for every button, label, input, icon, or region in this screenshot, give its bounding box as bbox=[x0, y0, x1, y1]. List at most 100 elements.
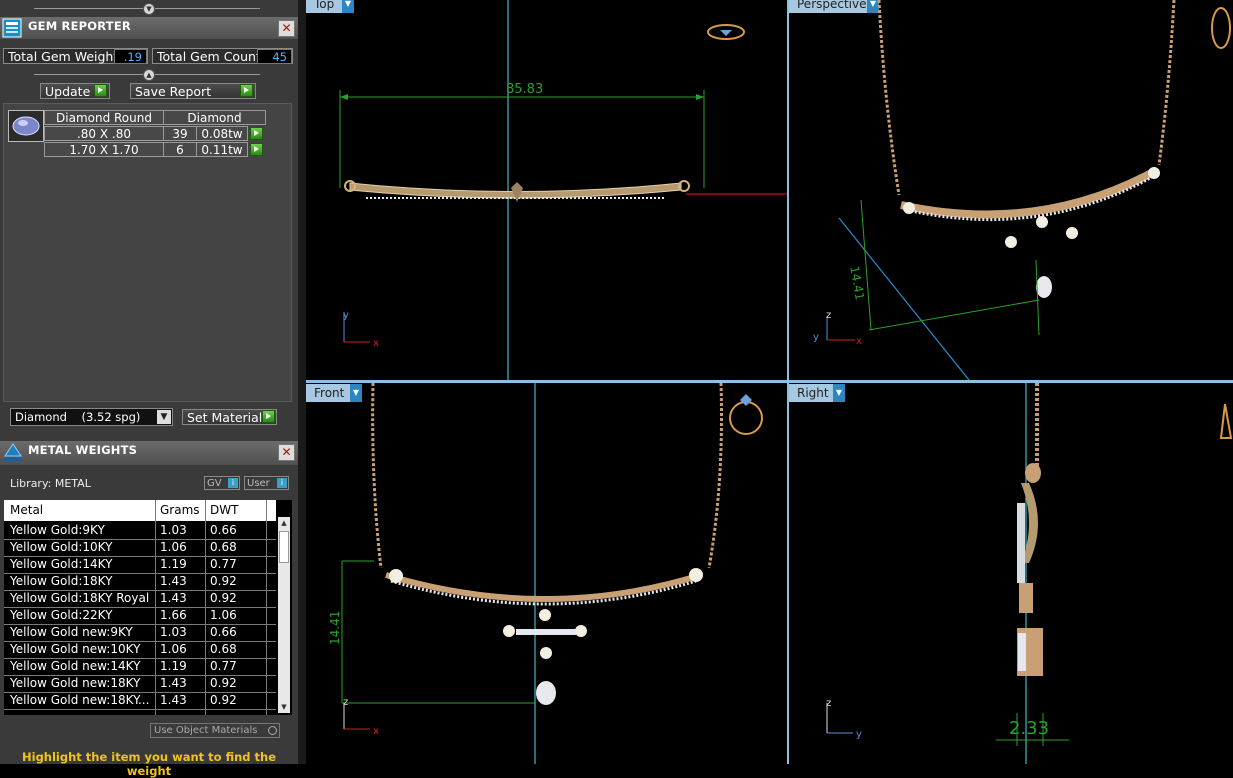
use-object-materials-label: Use Object Materials bbox=[154, 725, 258, 736]
metal-dwt: 0.77 bbox=[210, 557, 237, 571]
gem-shape-header: Diamond Round bbox=[44, 110, 164, 125]
chevron-down-icon[interactable]: ▼ bbox=[157, 410, 171, 424]
top-view-scene: y x bbox=[339, 0, 787, 380]
viewport-front[interactable]: Front ▼ z x 14.41 bbox=[306, 383, 787, 764]
table-row[interactable]: Yellow Gold:10KY 1.06 0.68 bbox=[4, 539, 276, 557]
metal-name: Yellow Gold:10KY bbox=[10, 540, 113, 554]
update-label: Update bbox=[45, 84, 91, 99]
total-gem-weight-value: .19 bbox=[114, 49, 147, 64]
metal-grams: 1.43 bbox=[160, 676, 187, 690]
metal-dwt: 0.77 bbox=[210, 659, 237, 673]
metal-weights-table: Metal Grams DWT Yellow Gold:9KY 1.03 0.66 Y… bbox=[4, 500, 292, 715]
expand-grip-icon[interactable]: ▲ bbox=[143, 69, 155, 81]
scrollbar[interactable]: ▲ ▼ bbox=[278, 517, 290, 713]
table-row[interactable]: Yellow Gold:9KY 1.03 0.66 bbox=[4, 522, 276, 540]
gem-size[interactable]: .80 X .80 bbox=[44, 126, 164, 141]
gem-reporter-titlebar: GEM REPORTER ✕ bbox=[0, 17, 298, 39]
metal-name: Yellow Gold new:18KY... bbox=[10, 693, 150, 707]
gv-toggle[interactable]: GV i bbox=[204, 476, 240, 490]
svg-text:z: z bbox=[343, 697, 348, 708]
info-icon: i bbox=[228, 478, 238, 488]
column-divider bbox=[205, 500, 206, 715]
front-view-scene: z x bbox=[341, 383, 763, 764]
total-gem-count-value: 45 bbox=[257, 49, 292, 64]
scroll-down-icon[interactable]: ▼ bbox=[278, 701, 290, 713]
dimension-label: 14.41 bbox=[328, 610, 342, 645]
diamond-round-icon[interactable] bbox=[8, 110, 44, 142]
table-row[interactable]: Yellow Gold new:18KY... 1.43 0.92 bbox=[4, 692, 276, 710]
svg-text:x: x bbox=[373, 726, 379, 737]
svg-text:y: y bbox=[856, 729, 862, 740]
metal-name: Yellow Gold:18KY Royal bbox=[10, 591, 150, 605]
info-icon: i bbox=[277, 478, 287, 488]
table-row[interactable]: Yellow Gold new:14KY 1.19 0.77 bbox=[4, 658, 276, 676]
right-view-scene: z y bbox=[826, 383, 1233, 764]
svg-text:x: x bbox=[856, 336, 862, 347]
metal-grams: 1.43 bbox=[160, 574, 187, 588]
radio-icon bbox=[268, 726, 277, 735]
metal-dwt: 0.68 bbox=[210, 540, 237, 554]
table-row[interactable]: Yellow Gold:14KY 1.19 0.77 bbox=[4, 556, 276, 574]
table-row[interactable]: Yellow Gold new:10KY 1.06 0.68 bbox=[4, 641, 276, 659]
update-go-icon[interactable] bbox=[94, 84, 107, 97]
column-header-grams[interactable]: Grams bbox=[160, 500, 200, 521]
viewport-divider-horizontal[interactable] bbox=[306, 380, 1233, 383]
column-header-dwt[interactable]: DWT bbox=[210, 500, 238, 521]
table-row[interactable]: Yellow Gold:18KY Royal 1.43 0.92 bbox=[4, 590, 276, 608]
set-material-label: Set Material bbox=[187, 410, 263, 425]
metal-name: Yellow Gold new:9KY bbox=[10, 625, 133, 639]
save-report-label: Save Report bbox=[135, 84, 212, 99]
library-label: Library: METAL bbox=[10, 477, 91, 490]
gem-report-icon bbox=[2, 18, 22, 38]
material-select-value: Diamond (3.52 spg) bbox=[15, 410, 141, 424]
save-report-button[interactable]: Save Report bbox=[130, 83, 256, 99]
gem-weight: 0.08tw bbox=[196, 126, 248, 141]
set-material-go-icon[interactable] bbox=[262, 410, 275, 423]
metal-name: Yellow Gold:22KY bbox=[10, 608, 113, 622]
viewport-top[interactable]: Top ▼ y x 85.83 bbox=[306, 0, 787, 380]
perspective-view-scene: z y x bbox=[813, 0, 1231, 380]
dimension-label: 85.83 bbox=[506, 82, 544, 97]
metal-dwt: 0.68 bbox=[210, 642, 237, 656]
metal-dwt: 0.92 bbox=[210, 693, 237, 707]
metal-dwt: 0.92 bbox=[210, 591, 237, 605]
viewport-perspective[interactable]: Perspective ▼ z y x 14.41 bbox=[789, 0, 1233, 380]
table-row[interactable]: Yellow Gold new:18KY 1.43 0.92 bbox=[4, 675, 276, 693]
close-icon[interactable]: ✕ bbox=[278, 444, 295, 461]
gem-size[interactable]: 1.70 X 1.70 bbox=[44, 142, 164, 157]
metal-dwt: 0.66 bbox=[210, 625, 237, 639]
table-row[interactable]: Yellow Gold:22KY 1.66 1.06 bbox=[4, 607, 276, 625]
metal-grams: 1.19 bbox=[160, 557, 187, 571]
table-row[interactable]: Yellow Gold new:9KY 1.03 0.66 bbox=[4, 624, 276, 642]
use-object-materials-toggle[interactable]: Use Object Materials bbox=[150, 723, 280, 738]
metal-name: Yellow Gold:18KY bbox=[10, 574, 113, 588]
gem-material-header: Diamond bbox=[163, 110, 266, 125]
save-report-go-icon[interactable] bbox=[240, 84, 253, 97]
metal-grams: 1.03 bbox=[160, 625, 187, 639]
metal-weights-title: METAL WEIGHTS bbox=[28, 443, 138, 457]
column-divider bbox=[155, 500, 156, 715]
gem-weight: 0.11tw bbox=[196, 142, 248, 157]
column-header-metal[interactable]: Metal bbox=[10, 500, 43, 521]
metal-name: Yellow Gold:14KY bbox=[10, 557, 113, 571]
gem-row-select-icon[interactable] bbox=[250, 127, 263, 140]
scroll-up-icon[interactable]: ▲ bbox=[278, 517, 290, 529]
collapse-grip-icon[interactable]: ▼ bbox=[143, 3, 155, 15]
table-row[interactable]: Yellow Gold:18KY 1.43 0.92 bbox=[4, 573, 276, 591]
gem-row-select-icon[interactable] bbox=[250, 143, 263, 156]
user-toggle[interactable]: User i bbox=[244, 476, 289, 490]
metal-dwt: 1.06 bbox=[210, 608, 237, 622]
material-select[interactable]: Diamond (3.52 spg) ▼ bbox=[10, 408, 173, 426]
column-divider bbox=[266, 500, 267, 715]
viewport-right[interactable]: Right ▼ z y 2.33 bbox=[789, 383, 1233, 764]
metal-dwt: 0.66 bbox=[210, 523, 237, 537]
table-header: Metal Grams DWT bbox=[4, 500, 276, 521]
metal-grams: 1.06 bbox=[160, 642, 187, 656]
metal-name: Yellow Gold new:14KY bbox=[10, 659, 141, 673]
panel-divider[interactable] bbox=[298, 0, 306, 764]
close-icon[interactable]: ✕ bbox=[278, 20, 295, 37]
scroll-thumb[interactable] bbox=[279, 531, 289, 563]
gem-count: 6 bbox=[163, 142, 197, 157]
metal-name: Yellow Gold:9KY bbox=[10, 523, 105, 537]
gv-label: GV bbox=[207, 478, 222, 489]
